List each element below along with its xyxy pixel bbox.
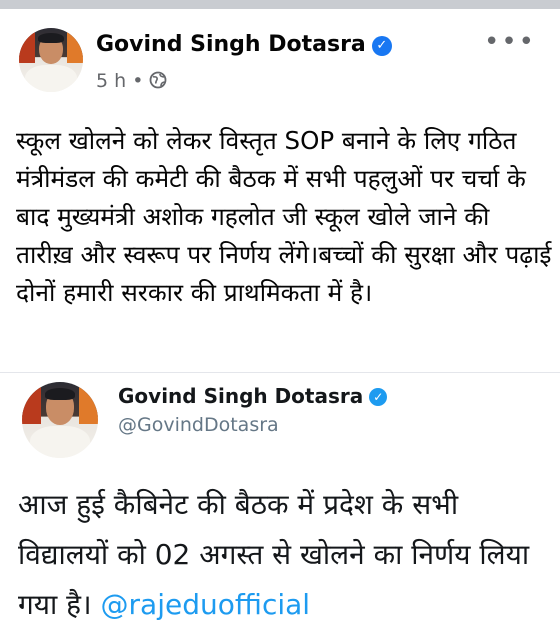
tweet-author-handle[interactable]: @GovindDotasra	[118, 414, 279, 436]
tweet-author-avatar[interactable]	[22, 382, 98, 458]
tweet-author-name-row[interactable]: Govind Singh Dotasra ✓	[118, 384, 388, 408]
post-meta: 5 h •	[96, 70, 167, 92]
verified-badge-icon: ✓	[369, 388, 388, 406]
top-divider-bar	[0, 0, 560, 9]
post-text: स्कूल खोलने को लेकर विस्तृत SOP बनाने के…	[16, 126, 552, 307]
mention-link[interactable]: @rajeduofficial	[101, 588, 311, 621]
meta-separator: •	[132, 70, 144, 92]
verified-badge-icon: ✓	[371, 36, 392, 56]
author-name[interactable]: Govind Singh Dotasra	[96, 32, 366, 57]
more-options-icon[interactable]: •••	[484, 29, 536, 55]
author-avatar[interactable]	[19, 28, 83, 92]
embedded-tweet[interactable]: Govind Singh Dotasra ✓ @GovindDotasra आज …	[0, 372, 560, 639]
tweet-author-name[interactable]: Govind Singh Dotasra	[118, 384, 363, 408]
globe-icon	[150, 71, 167, 89]
post-timestamp[interactable]: 5 h	[96, 70, 126, 92]
author-name-row[interactable]: Govind Singh Dotasra ✓	[96, 32, 392, 57]
embed-divider	[0, 372, 560, 373]
tweet-text: आज हुई कैबिनेट की बैठक में प्रदेश के सभी…	[18, 480, 548, 630]
